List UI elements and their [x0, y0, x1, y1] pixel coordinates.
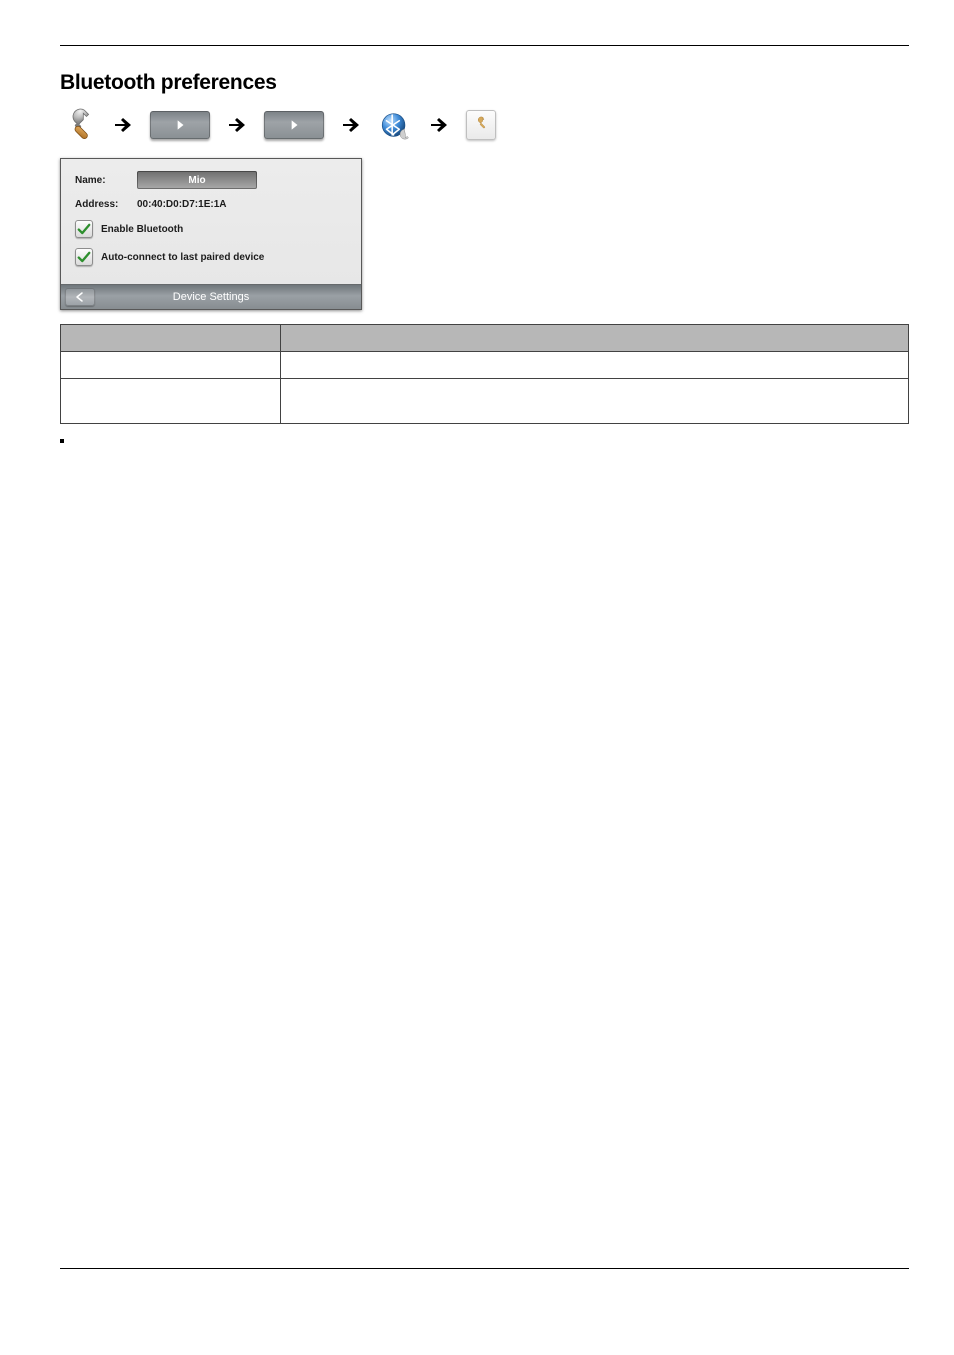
page-title: Bluetooth preferences — [60, 71, 909, 95]
arrow-right-icon — [111, 113, 135, 137]
bluetooth-icon[interactable] — [378, 108, 412, 142]
breadcrumb — [60, 107, 909, 143]
device-settings-bar: Device Settings — [61, 284, 361, 309]
wrench-icon[interactable] — [60, 107, 96, 143]
table-cell — [61, 379, 281, 424]
arrow-right-icon — [225, 113, 249, 137]
settings-table — [60, 324, 909, 424]
name-field[interactable]: Mio — [137, 171, 257, 189]
arrow-right-icon — [427, 113, 451, 137]
autoconnect-label: Auto-connect to last paired device — [101, 252, 264, 263]
table-cell — [61, 325, 281, 352]
arrow-right-icon — [339, 113, 363, 137]
autoconnect-checkbox[interactable] — [75, 248, 93, 266]
settings-button[interactable] — [466, 110, 496, 140]
table-cell — [61, 352, 281, 379]
address-value: 00:40:D0:D7:1E:1A — [137, 199, 226, 210]
table-cell — [281, 352, 909, 379]
back-button[interactable] — [65, 288, 95, 306]
device-settings-bar-label: Device Settings — [173, 291, 249, 303]
enable-bluetooth-label: Enable Bluetooth — [101, 224, 183, 235]
address-label: Address: — [75, 199, 123, 210]
page-footer-rule — [60, 1268, 909, 1289]
table-cell — [281, 325, 909, 352]
device-settings-panel: Name: Mio Address: 00:40:D0:D7:1E:1A Ena… — [60, 158, 362, 310]
nav-panel-1[interactable] — [150, 111, 210, 139]
name-label: Name: — [75, 175, 123, 186]
nav-panel-2[interactable] — [264, 111, 324, 139]
enable-bluetooth-checkbox[interactable] — [75, 220, 93, 238]
table-cell — [281, 379, 909, 424]
bullet-icon — [60, 439, 64, 443]
